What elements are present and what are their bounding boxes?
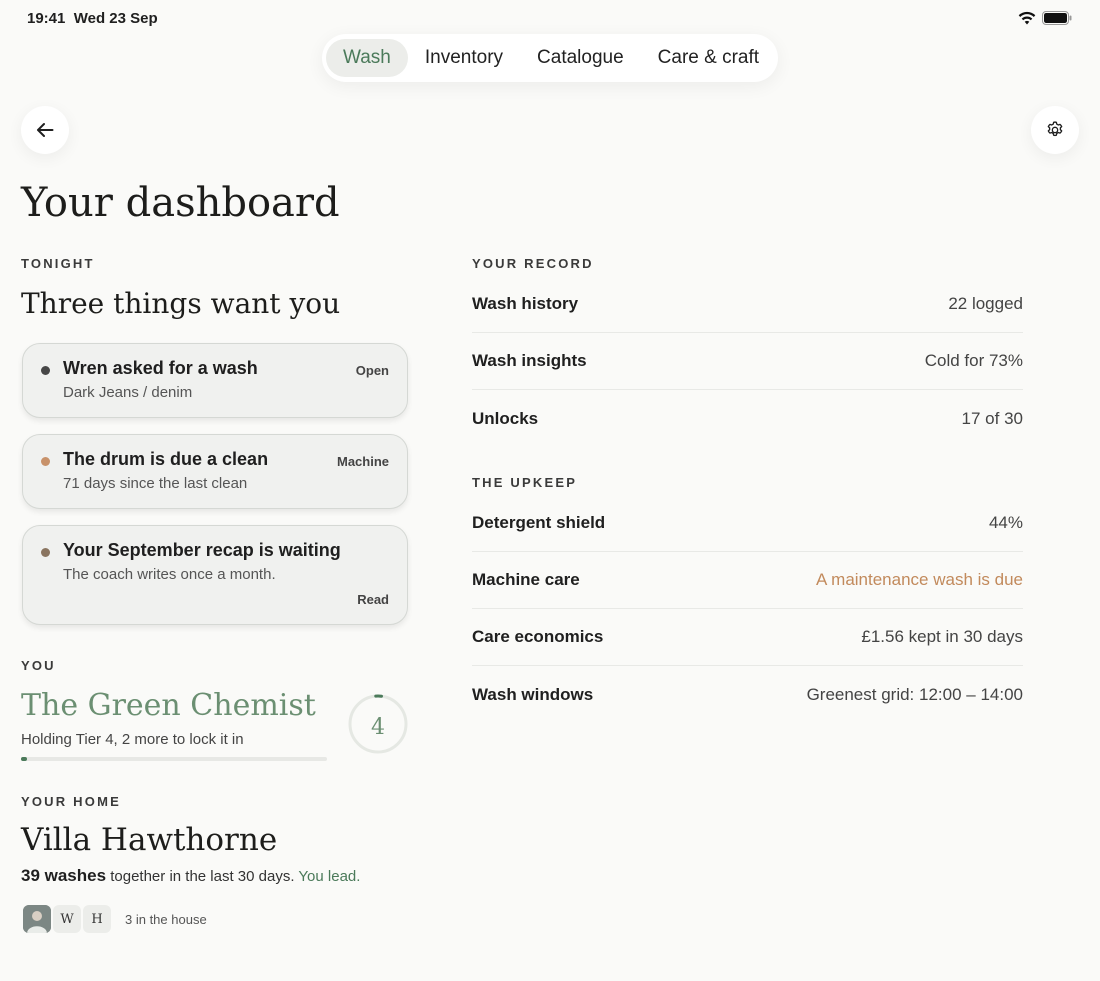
tier-ring[interactable]: 4	[348, 694, 408, 754]
row-label: Machine care	[472, 570, 580, 589]
task-card-wash-request[interactable]: Wren asked for a wash Dark Jeans / denim…	[22, 343, 408, 418]
gear-icon	[1047, 121, 1063, 137]
record-row-unlocks[interactable]: Unlocks 17 of 30	[472, 390, 1023, 447]
card-subtitle: The coach writes once a month.	[63, 566, 276, 583]
avatar-initial: H	[83, 905, 111, 933]
avatar-initial: W	[53, 905, 81, 933]
home-lead-text: You lead.	[298, 868, 361, 885]
upkeep-row-care-economics[interactable]: Care economics £1.56 kept in 30 days	[472, 609, 1023, 666]
row-label: Care economics	[472, 627, 604, 646]
row-value: 22 logged	[948, 294, 1023, 313]
household-members[interactable]: W H 3 in the house	[23, 905, 207, 933]
task-card-drum-clean[interactable]: The drum is due a clean 71 days since th…	[22, 434, 408, 509]
record-row-wash-insights[interactable]: Wash insights Cold for 73%	[472, 333, 1023, 390]
you-section-label: YOU	[21, 658, 56, 673]
card-subtitle: 71 days since the last clean	[63, 475, 248, 492]
settings-button[interactable]	[1031, 106, 1079, 154]
status-date: Wed 23 Sep	[73, 9, 158, 27]
card-title: Your September recap is waiting	[63, 540, 341, 560]
tab-catalogue[interactable]: Catalogue	[520, 39, 641, 77]
battery-icon	[1042, 11, 1072, 25]
upkeep-row-machine-care[interactable]: Machine care A maintenance wash is due	[472, 552, 1023, 609]
upkeep-row-detergent-shield[interactable]: Detergent shield 44%	[472, 495, 1023, 552]
tier-title[interactable]: The Green Chemist	[21, 688, 316, 723]
row-value-warning: A maintenance wash is due	[816, 570, 1023, 589]
tab-care-craft[interactable]: Care & craft	[641, 39, 776, 77]
task-card-recap[interactable]: Your September recap is waiting The coac…	[22, 525, 408, 625]
card-tag: Read	[357, 592, 389, 607]
tab-wash[interactable]: Wash	[326, 39, 408, 77]
person-photo-icon	[23, 905, 51, 933]
row-label: Wash windows	[472, 684, 594, 704]
upkeep-section-label: THE UPKEEP	[472, 475, 578, 490]
home-washes-count: 39 washes	[21, 866, 107, 885]
card-subtitle: Dark Jeans / denim	[63, 384, 193, 401]
tier-subtitle: Holding Tier 4, 2 more to lock it in	[21, 731, 244, 748]
row-value: Greenest grid: 12:00 – 14:00	[806, 684, 1023, 704]
upkeep-row-wash-windows[interactable]: Wash windows Greenest grid: 12:00 – 14:0…	[472, 666, 1023, 723]
home-summary: 39 washes together in the last 30 days. …	[21, 866, 360, 886]
tier-number: 4	[371, 715, 385, 740]
row-label: Wash history	[472, 294, 579, 313]
record-row-wash-history[interactable]: Wash history 22 logged	[472, 276, 1023, 333]
record-section-label: YOUR RECORD	[472, 256, 594, 271]
home-washes-text: together in the last 30 days.	[106, 868, 299, 885]
house-member-count: 3 in the house	[125, 911, 207, 927]
status-dot	[41, 457, 50, 466]
wifi-icon	[1018, 11, 1036, 25]
status-bar: 19:41 Wed 23 Sep	[27, 8, 1072, 28]
row-label: Detergent shield	[472, 513, 606, 532]
row-value: 17 of 30	[961, 408, 1023, 428]
status-dot	[41, 548, 50, 557]
status-time-date: 19:41 Wed 23 Sep	[27, 10, 158, 27]
row-value: 44%	[988, 513, 1023, 532]
back-button[interactable]	[21, 106, 69, 154]
tier-progress-fill	[21, 757, 28, 761]
card-title: Wren asked for a wash	[63, 358, 258, 378]
card-tag: Machine	[336, 454, 389, 469]
row-label: Unlocks	[472, 408, 539, 428]
row-value: £1.56 kept in 30 days	[861, 627, 1023, 646]
tonight-title: Three things want you	[21, 287, 341, 320]
tier-progress-bar	[21, 757, 327, 761]
avatar	[23, 905, 51, 933]
top-navigation: Wash Inventory Catalogue Care & craft	[322, 34, 778, 82]
status-icons	[1018, 11, 1072, 25]
row-value: Cold for 73%	[924, 351, 1023, 370]
row-label: Wash insights	[472, 351, 587, 370]
tonight-section-label: TONIGHT	[21, 256, 95, 271]
card-tag: Open	[355, 363, 389, 378]
status-dot	[41, 366, 50, 375]
home-section-label: YOUR HOME	[21, 794, 121, 809]
arrow-left-icon	[37, 123, 54, 137]
tab-inventory[interactable]: Inventory	[408, 39, 520, 77]
status-time: 19:41	[27, 9, 66, 27]
page-title: Your dashboard	[21, 180, 340, 226]
home-title: Villa Hawthorne	[21, 822, 278, 858]
